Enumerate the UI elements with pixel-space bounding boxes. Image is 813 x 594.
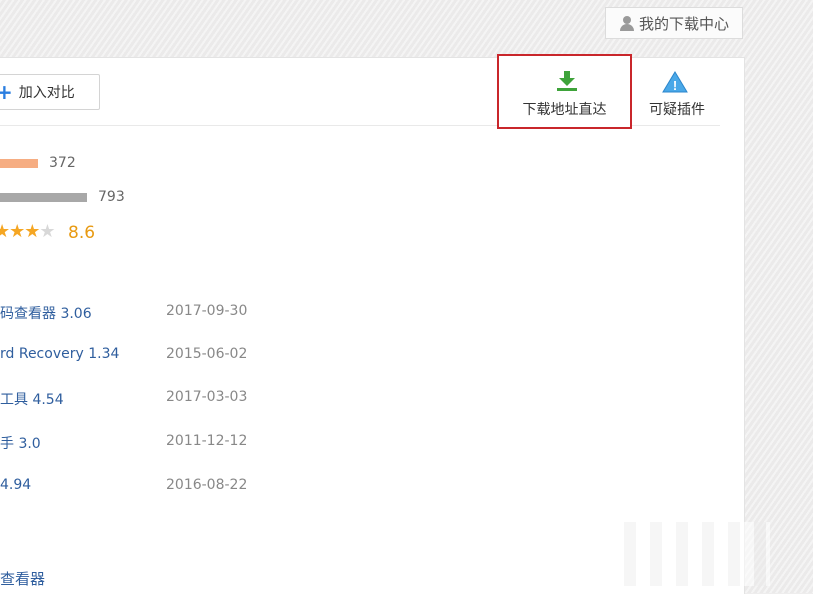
related-item-date: 2016-08-22 [166, 477, 248, 493]
add-compare-button[interactable]: + 加入对比 [0, 74, 100, 110]
related-item-date: 2017-03-03 [166, 389, 248, 405]
my-download-center-button[interactable]: 我的下载中心 [605, 7, 743, 39]
related-item-name[interactable]: rd Recovery 1.34 [0, 346, 119, 362]
related-item-name[interactable]: 手 3.0 [0, 433, 41, 453]
download-icon [557, 71, 577, 91]
watermark [610, 522, 770, 586]
stat-value-2: 793 [98, 189, 125, 205]
download-direct-label[interactable]: 下载地址直达 [497, 99, 632, 119]
related-item-name[interactable]: 工具 4.54 [0, 389, 64, 409]
related-item-date: 2011-12-12 [166, 433, 248, 449]
footer-link[interactable]: 查看器 [0, 568, 45, 589]
svg-text:!: ! [673, 78, 677, 93]
stat-bar-gray [0, 193, 87, 202]
rating-score: 8.6 [68, 223, 96, 243]
related-item-date: 2017-09-30 [166, 303, 248, 319]
user-icon [619, 15, 635, 31]
my-download-center-label: 我的下载中心 [638, 14, 729, 33]
content-panel [0, 57, 745, 594]
warning-icon[interactable]: ! [662, 71, 688, 93]
add-compare-label: 加入对比 [18, 85, 75, 101]
suspicious-plugin-label[interactable]: 可疑插件 [641, 99, 713, 119]
stat-bar-orange [0, 159, 38, 168]
related-item-name[interactable]: 4.94 [0, 477, 31, 493]
plus-icon: + [0, 80, 13, 104]
related-item-name[interactable]: 码查看器 3.06 [0, 303, 92, 323]
rating-stars: ★★★★ [0, 221, 56, 242]
related-item-date: 2015-06-02 [166, 346, 248, 362]
stat-value-1: 372 [49, 155, 76, 171]
